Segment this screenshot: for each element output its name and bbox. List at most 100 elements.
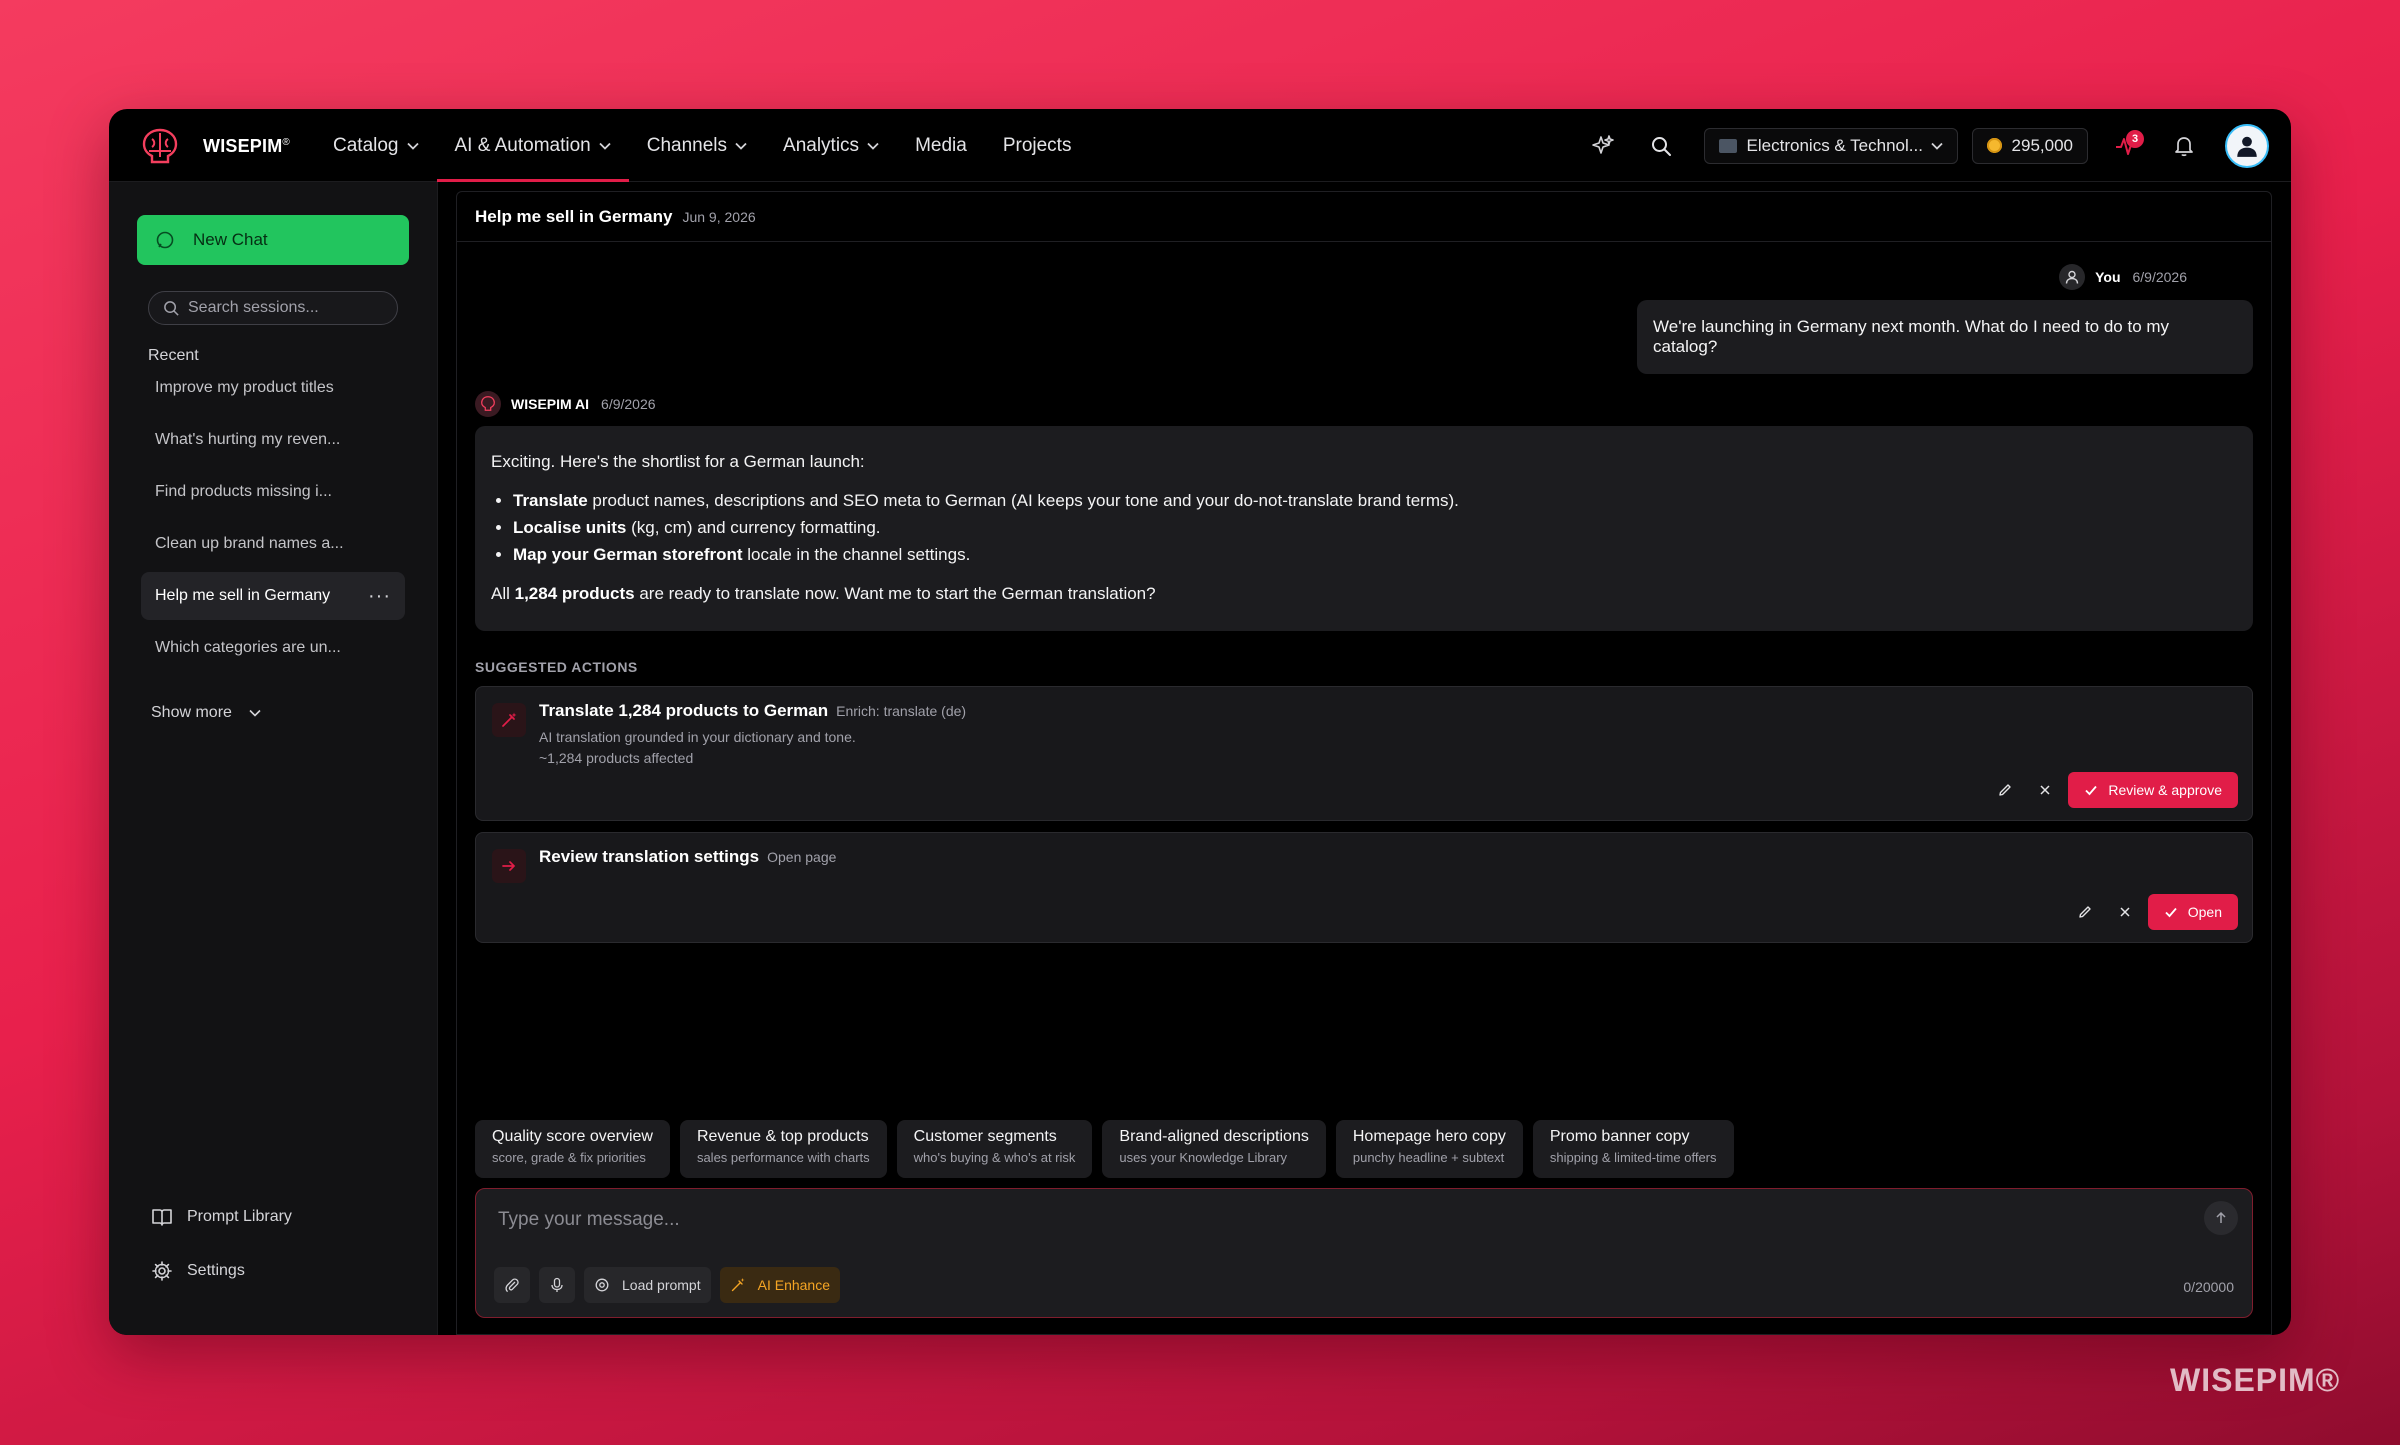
prompt-chip[interactable]: Promo banner copy shipping & limited-time… <box>1532 1120 1734 1178</box>
user-avatar-small <box>2059 264 2086 290</box>
nav-channels[interactable]: Channels <box>629 109 765 182</box>
pencil-icon <box>2079 906 2091 918</box>
brand-watermark: WISEPIM® <box>2170 1362 2341 1398</box>
book-open-icon <box>152 1209 172 1226</box>
action-title: Translate 1,284 products to German Enrich… <box>539 701 967 720</box>
chevron-down-icon <box>1930 142 1943 150</box>
coin-icon <box>1986 138 2002 153</box>
user-icon <box>2065 270 2079 284</box>
prompt-chip[interactable]: Homepage hero copy punchy headline + subt… <box>1335 1120 1523 1178</box>
action-description: AI translation grounded in your dictiona… <box>539 729 856 766</box>
edit-action-button[interactable] <box>2068 895 2102 929</box>
suggested-action-card: Translate 1,284 products to German Enrich… <box>475 686 2253 821</box>
session-item[interactable]: Clean up brand names a... <box>141 520 405 568</box>
prompt-library-link[interactable]: Prompt Library <box>151 1206 292 1228</box>
ai-bullet-list: Translate product names, descriptions an… <box>513 487 2237 568</box>
store-selector[interactable]: Electronics & Technol... <box>1703 127 1958 164</box>
nav-projects[interactable]: Projects <box>985 109 1090 182</box>
global-search-button[interactable] <box>1641 126 1681 166</box>
ai-outro-text: All 1,284 products are ready to translat… <box>491 584 1156 603</box>
dismiss-action-button[interactable] <box>2028 773 2062 807</box>
chevron-down-icon <box>867 142 879 150</box>
pencil-icon <box>1999 784 2012 796</box>
nav-catalog[interactable]: Catalog <box>315 109 437 182</box>
chevron-down-icon <box>249 709 261 717</box>
chat-main: Help me sell in Germany Jun 9, 2026 You … <box>456 191 2272 1335</box>
session-item[interactable]: Improve my product titles <box>141 364 405 412</box>
prompt-chip[interactable]: Revenue & top products sales performance … <box>679 1120 887 1178</box>
nav-analytics[interactable]: Analytics <box>765 109 897 182</box>
chat-title: Help me sell in Germany <box>475 206 673 226</box>
search-icon <box>164 300 179 316</box>
brand-name: WISEPIM® <box>203 135 290 156</box>
review-approve-button[interactable]: Review & approve <box>2068 772 2238 808</box>
session-more-icon[interactable]: ··· <box>368 585 391 608</box>
list-item: Translate product names, descriptions an… <box>513 487 2237 514</box>
magic-wand-icon <box>731 1278 745 1292</box>
action-buttons: Review & approve <box>1988 772 2238 808</box>
user-silhouette-icon <box>2237 136 2257 157</box>
user-avatar[interactable] <box>2225 123 2269 168</box>
session-item-active[interactable]: Help me sell in Germany ··· <box>141 572 405 620</box>
suggested-actions-heading: SUGGESTED ACTIONS <box>475 659 638 675</box>
chat-sidebar: New Chat Search sessions... Recent Impro… <box>109 182 438 1335</box>
ai-enhance-button[interactable]: AI Enhance <box>719 1267 840 1303</box>
check-icon <box>2085 785 2098 796</box>
nav-right-tools: Electronics & Technol... 295,000 3 <box>1574 109 2269 182</box>
prompt-chip[interactable]: Customer segments who's buying & who's at… <box>896 1120 1093 1178</box>
message-input[interactable]: Type your message... <box>498 1209 680 1231</box>
user-message-bubble: We're launching in Germany next month. W… <box>1637 300 2253 374</box>
chat-header: Help me sell in Germany Jun 9, 2026 <box>457 192 2271 242</box>
session-item[interactable]: What's hurting my reven... <box>141 416 405 464</box>
chevron-down-icon <box>735 142 747 150</box>
search-sessions-input[interactable]: Search sessions... <box>148 291 398 325</box>
chat-bubble-icon <box>156 231 174 249</box>
prompt-chip[interactable]: Quality score overview score, grade & fix… <box>475 1120 670 1178</box>
ai-avatar <box>475 391 501 417</box>
ai-sparkle-button[interactable] <box>1583 126 1623 166</box>
ai-message-bubble: Exciting. Here's the shortlist for a Ger… <box>475 426 2253 631</box>
voice-input-button[interactable] <box>539 1267 575 1303</box>
edit-action-button[interactable] <box>1988 773 2022 807</box>
list-item: Localise units (kg, cm) and currency for… <box>513 514 2237 541</box>
arrow-right-icon <box>492 849 526 883</box>
prompt-chip[interactable]: Brand-aligned descriptions uses your Know… <box>1102 1120 1326 1178</box>
nav-ai-automation[interactable]: AI & Automation <box>436 109 630 182</box>
new-chat-button[interactable]: New Chat <box>137 215 409 265</box>
suggested-action-card: Review translation settings Open page Ope… <box>475 832 2253 943</box>
action-title: Review translation settings Open page <box>539 847 837 866</box>
sparkles-icon <box>1591 134 1614 154</box>
chevron-down-icon <box>406 142 419 150</box>
activity-badge: 3 <box>2126 129 2144 148</box>
credits-balance[interactable]: 295,000 <box>1971 127 2088 164</box>
notifications-button[interactable] <box>2164 126 2204 166</box>
message-composer[interactable]: Type your message... Load prompt AI Enha… <box>475 1188 2253 1318</box>
chat-date: Jun 9, 2026 <box>682 208 756 225</box>
attach-button[interactable] <box>494 1267 530 1303</box>
microphone-icon <box>551 1277 563 1292</box>
activity-button[interactable]: 3 <box>2106 126 2146 166</box>
gear-icon <box>152 1261 172 1281</box>
action-buttons: Open <box>2068 894 2238 930</box>
brand-logo[interactable]: WISEPIM® <box>139 127 290 165</box>
send-button[interactable] <box>2204 1201 2238 1235</box>
nav-media[interactable]: Media <box>897 109 985 182</box>
brain-logo-icon <box>142 128 178 164</box>
show-more-button[interactable]: Show more <box>151 704 262 722</box>
load-prompt-button[interactable]: Load prompt <box>584 1267 711 1303</box>
composer-tools: Load prompt AI Enhance <box>494 1267 849 1303</box>
session-item[interactable]: Which categories are un... <box>141 624 405 672</box>
settings-link[interactable]: Settings <box>151 1260 245 1282</box>
dismiss-action-button[interactable] <box>2108 895 2142 929</box>
ai-intro-text: Exciting. Here's the shortlist for a Ger… <box>491 452 865 471</box>
main-nav: Catalog AI & Automation Channels Analyti… <box>315 109 1089 182</box>
bell-icon <box>2175 136 2193 156</box>
prompt-icon <box>595 1278 609 1292</box>
store-flag-icon <box>1718 138 1737 153</box>
user-message-meta: You 6/9/2026 <box>2059 264 2187 290</box>
open-page-button[interactable]: Open <box>2147 894 2238 930</box>
credits-value: 295,000 <box>2011 135 2073 155</box>
store-name: Electronics & Technol... <box>1746 135 1923 155</box>
check-icon <box>2165 907 2177 918</box>
session-item[interactable]: Find products missing i... <box>141 468 405 516</box>
